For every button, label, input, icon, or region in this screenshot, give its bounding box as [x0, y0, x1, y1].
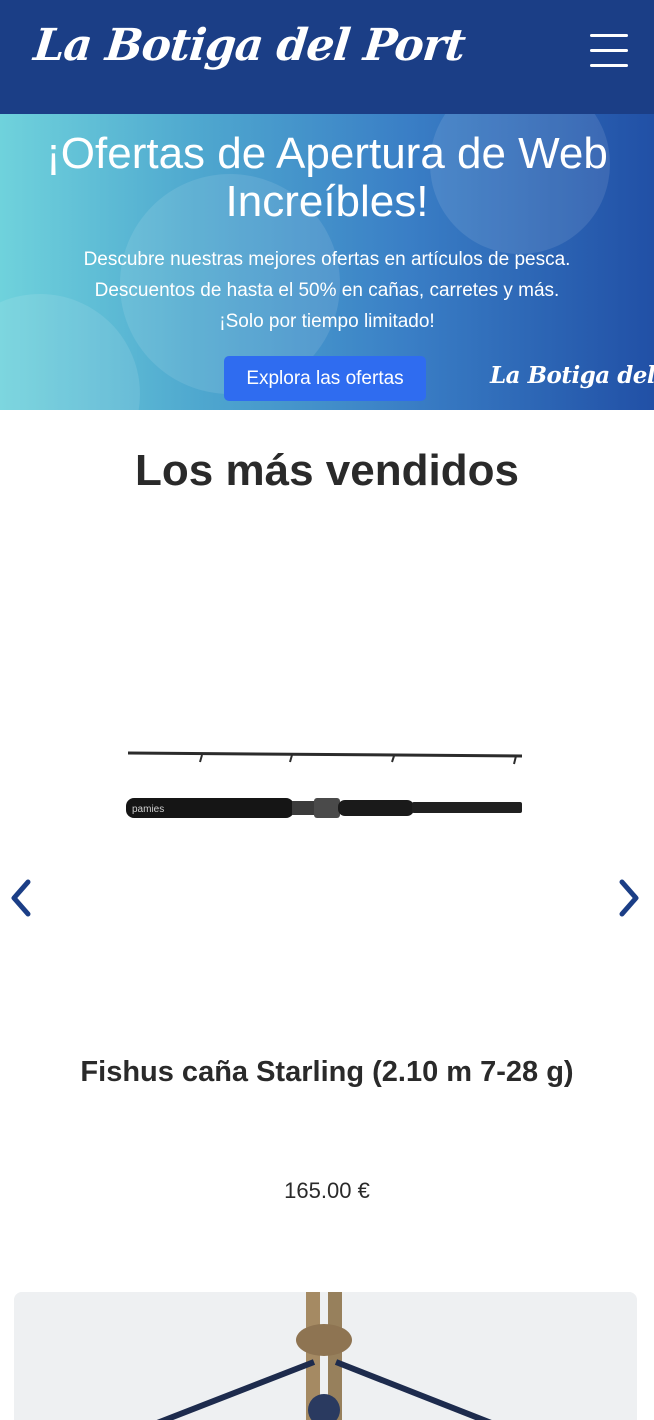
hamburger-menu-icon[interactable] — [590, 34, 628, 68]
menu-line — [590, 49, 628, 52]
hero-description-line: Descubre nuestras mejores ofertas en art… — [83, 249, 571, 270]
section-title: Los más vendidos — [135, 446, 519, 495]
site-header: La Botiga del Port — [0, 0, 654, 114]
hero-watermark-logo: La Botiga del Port — [490, 362, 654, 389]
rod-reel-seat-lock — [314, 798, 340, 818]
hero-banner: ¡Ofertas de Apertura de Web Increíbles! … — [0, 114, 654, 410]
menu-line — [590, 64, 628, 67]
product-price: 165.00 € — [284, 1178, 370, 1203]
hero-description-line: Descuentos de hasta el 50% en cañas, car… — [94, 280, 560, 301]
rod-guide — [289, 754, 293, 763]
chevron-left-icon[interactable] — [6, 878, 36, 918]
rod-guide — [391, 755, 395, 763]
menu-line — [590, 34, 628, 37]
hero-description-line: ¡Solo por tiempo limitado! — [219, 311, 435, 332]
rod-butt-blank — [412, 802, 522, 813]
product-image-fishing-rod[interactable]: pamies — [120, 740, 530, 830]
rod-brand-label: pamies — [132, 804, 164, 815]
rod-reel-seat — [292, 801, 316, 815]
rod-tip-section — [127, 751, 523, 758]
explore-offers-button[interactable]: Explora las ofertas — [224, 356, 426, 401]
chevron-right-icon[interactable] — [614, 878, 644, 918]
product-name[interactable]: Fishus caña Starling (2.10 m 7-28 g) — [60, 1050, 594, 1095]
rod-guide — [199, 754, 203, 763]
product-image-rope — [14, 1292, 637, 1420]
rod-fore-grip — [338, 800, 414, 816]
site-logo[interactable]: La Botiga del Port — [31, 20, 467, 71]
hero-title: ¡Ofertas de Apertura de Web Increíbles! — [46, 129, 608, 226]
product-card[interactable] — [14, 1292, 637, 1420]
hero-description: Descubre nuestras mejores ofertas en art… — [0, 244, 654, 337]
